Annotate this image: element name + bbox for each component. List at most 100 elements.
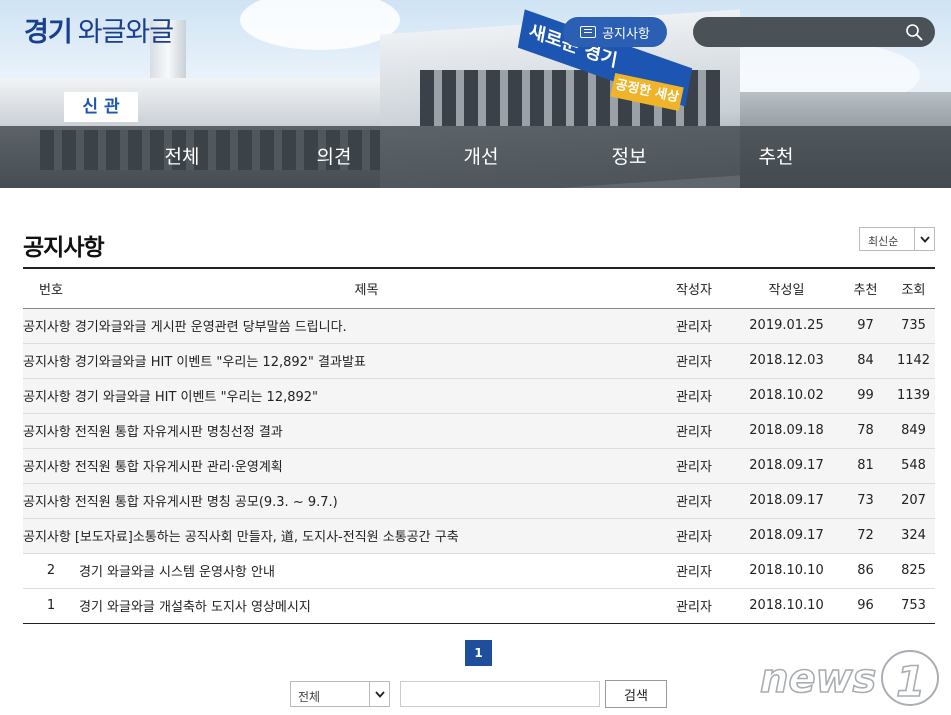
document-icon: [580, 26, 597, 38]
likes-cell: 72: [857, 528, 874, 543]
header-search-input[interactable]: [707, 22, 897, 42]
nav-item-info[interactable]: 정보: [574, 126, 684, 188]
likes-cell: 84: [857, 353, 874, 368]
date-cell: 2018.09.18: [749, 423, 824, 438]
column-header-title: 제목: [354, 282, 379, 298]
search-field-value: 전체: [298, 690, 321, 704]
table-row[interactable]: 공지사항 전직원 통합 자유게시판 명칭선정 결과 관리자 2018.09.18 …: [23, 413, 935, 448]
search-keyword-input[interactable]: [400, 681, 600, 707]
author-cell: 관리자: [676, 600, 712, 615]
date-cell: 2018.09.17: [749, 493, 824, 508]
nav-item-opinion[interactable]: 의견: [279, 126, 389, 188]
author-cell: 관리자: [676, 425, 712, 440]
table-row[interactable]: 공지사항 전직원 통합 자유게시판 관리·운영계획 관리자 2018.09.17 …: [23, 448, 935, 483]
views-cell: 1139: [896, 388, 931, 403]
nav-item-improvement[interactable]: 개선: [426, 126, 536, 188]
date-cell: 2018.10.02: [749, 388, 824, 403]
sort-select-value: 최신순: [868, 235, 899, 248]
post-title[interactable]: 경기 와글와글 HIT 이벤트 "우리는 12,892": [75, 390, 318, 405]
search-button[interactable]: 검색: [605, 680, 667, 708]
title-cell[interactable]: 공지사항 [보도자료]소통하는 공직사회 만들자, 道, 도지사-전직원 소통공간…: [23, 518, 654, 553]
column-header-author: 작성자: [676, 282, 712, 298]
post-title[interactable]: 전직원 통합 자유게시판 명칭 공모(9.3. ~ 9.7.): [75, 495, 338, 510]
author-cell: 관리자: [676, 460, 712, 475]
search-field-select[interactable]: 전체: [290, 681, 390, 707]
site-logo[interactable]: 경기 와글와글: [24, 10, 174, 48]
title-cell[interactable]: 공지사항 경기와글와글 HIT 이벤트 "우리는 12,892" 결과발표: [23, 343, 654, 378]
title-cell[interactable]: 공지사항 전직원 통합 자유게시판 관리·운영계획: [23, 448, 654, 483]
number-cell: 1: [46, 598, 56, 613]
author-cell: 관리자: [676, 320, 712, 335]
notice-tag: 공지사항: [23, 390, 71, 405]
likes-cell: 81: [857, 458, 874, 473]
table-row[interactable]: 공지사항 [보도자료]소통하는 공직사회 만들자, 道, 도지사-전직원 소통공간…: [23, 518, 935, 553]
likes-cell: 78: [857, 423, 874, 438]
views-cell: 324: [901, 528, 926, 543]
column-header-number: 번호: [39, 282, 63, 298]
title-cell[interactable]: 공지사항 경기 와글와글 HIT 이벤트 "우리는 12,892": [23, 378, 654, 413]
hero-cloud: [240, 0, 400, 50]
table-row[interactable]: 1 경기 와글와글 개설축하 도지사 영상메시지 관리자 2018.10.10 …: [23, 588, 935, 623]
date-cell: 2019.01.25: [749, 318, 824, 333]
author-cell: 관리자: [676, 390, 712, 405]
table-row[interactable]: 2 경기 와글와글 시스템 운영사항 안내 관리자 2018.10.10 86 …: [23, 553, 935, 588]
author-cell: 관리자: [676, 495, 712, 510]
title-cell[interactable]: 공지사항 전직원 통합 자유게시판 명칭 공모(9.3. ~ 9.7.): [23, 483, 654, 518]
date-cell: 2018.12.03: [749, 353, 824, 368]
author-cell: 관리자: [676, 565, 712, 580]
views-cell: 1142: [896, 353, 931, 368]
likes-cell: 97: [857, 318, 874, 333]
nav-item-all[interactable]: 전체: [127, 126, 237, 188]
column-header-views: 조회: [901, 282, 926, 298]
post-title[interactable]: 경기와글와글 HIT 이벤트 "우리는 12,892" 결과발표: [75, 355, 366, 370]
main-nav: 전체 의견 개선 정보 추천: [0, 126, 951, 188]
likes-cell: 96: [857, 598, 874, 613]
table-row[interactable]: 공지사항 경기와글와글 게시판 운영관련 당부말씀 드립니다. 관리자 2019.…: [23, 308, 935, 343]
likes-cell: 99: [857, 388, 874, 403]
title-cell[interactable]: 공지사항 전직원 통합 자유게시판 명칭선정 결과: [23, 413, 654, 448]
post-title[interactable]: 경기와글와글 게시판 운영관련 당부말씀 드립니다.: [75, 320, 347, 335]
logo-bold: 경기: [24, 17, 73, 48]
date-cell: 2018.09.17: [749, 528, 824, 543]
post-title[interactable]: 경기 와글와글 시스템 운영사항 안내: [79, 553, 654, 588]
table-row[interactable]: 공지사항 경기와글와글 HIT 이벤트 "우리는 12,892" 결과발표 관리자…: [23, 343, 935, 378]
table-header-row: 번호 제목 작성자 작성일 추천 조회: [23, 268, 935, 308]
nav-item-recommend[interactable]: 추천: [721, 126, 831, 188]
date-cell: 2018.10.10: [749, 563, 824, 578]
pagination-page-current[interactable]: 1: [465, 640, 492, 666]
chevron-down-icon: [914, 228, 934, 250]
views-cell: 753: [901, 598, 926, 613]
notice-tag: 공지사항: [23, 530, 71, 545]
svg-text:1: 1: [896, 657, 925, 706]
logo-regular: 와글와글: [77, 17, 174, 48]
author-cell: 관리자: [676, 530, 712, 545]
likes-cell: 73: [857, 493, 874, 508]
number-cell: 2: [46, 563, 56, 578]
post-title[interactable]: 경기 와글와글 개설축하 도지사 영상메시지: [79, 588, 654, 623]
board-table: 번호 제목 작성자 작성일 추천 조회 공지사항 경기와글와글 게시판 운영관련 …: [23, 267, 935, 624]
column-header-date: 작성일: [768, 282, 805, 298]
views-cell: 548: [901, 458, 926, 473]
column-header-likes: 추천: [853, 282, 878, 298]
svg-text:news: news: [760, 656, 876, 702]
likes-cell: 86: [857, 563, 874, 578]
notice-tag: 공지사항: [23, 355, 71, 370]
views-cell: 849: [901, 423, 926, 438]
notice-button-label: 공지사항: [602, 26, 650, 42]
views-cell: 735: [901, 318, 926, 333]
table-row[interactable]: 공지사항 경기 와글와글 HIT 이벤트 "우리는 12,892" 관리자 201…: [23, 378, 935, 413]
date-cell: 2018.09.17: [749, 458, 824, 473]
search-icon[interactable]: [905, 23, 923, 41]
date-cell: 2018.10.10: [749, 598, 824, 613]
post-title[interactable]: 전직원 통합 자유게시판 명칭선정 결과: [75, 425, 283, 440]
hero-new-wing-sign: 신 관: [64, 92, 138, 122]
table-row[interactable]: 공지사항 전직원 통합 자유게시판 명칭 공모(9.3. ~ 9.7.) 관리자 …: [23, 483, 935, 518]
news1-watermark-logo: news 1: [759, 650, 939, 707]
title-cell[interactable]: 공지사항 경기와글와글 게시판 운영관련 당부말씀 드립니다.: [23, 308, 654, 343]
notice-button[interactable]: 공지사항: [563, 17, 667, 47]
sort-select[interactable]: 최신순: [859, 227, 935, 251]
notice-tag: 공지사항: [23, 460, 71, 475]
post-title[interactable]: 전직원 통합 자유게시판 관리·운영계획: [75, 460, 283, 475]
post-title[interactable]: [보도자료]소통하는 공직사회 만들자, 道, 도지사-전직원 소통공간 구축: [75, 530, 459, 545]
notice-tag: 공지사항: [23, 320, 71, 335]
